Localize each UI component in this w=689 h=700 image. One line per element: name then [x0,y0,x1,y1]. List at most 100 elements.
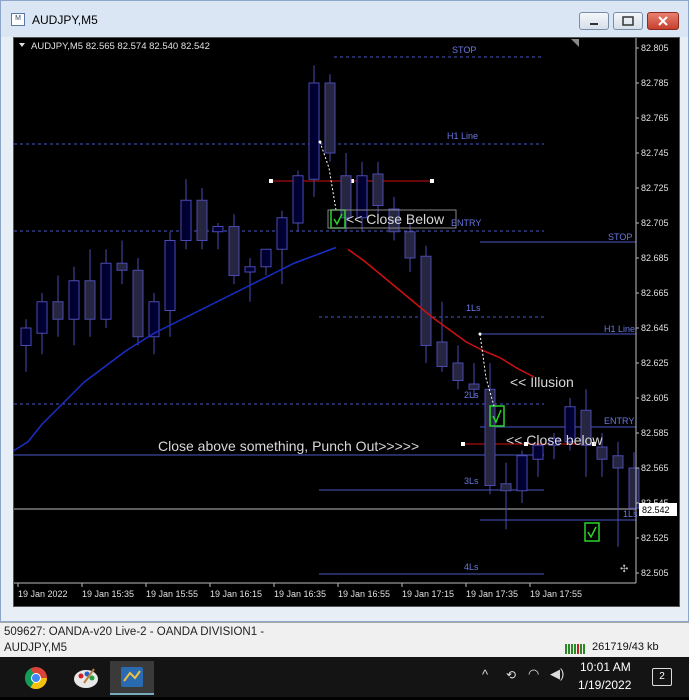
price-tick-label: 82.585 [641,428,669,438]
price-tick-label: 82.685 [641,253,669,263]
chrome-taskbar-button[interactable] [14,661,58,695]
tray-overflow-icon[interactable]: ^ [482,667,488,682]
notification-center-button[interactable]: 2 [652,668,672,686]
candle-body [404,231,416,259]
terminal-window: M AUDJPY,M5 82.805 82.785 82.765 82.745 82.7… [0,0,689,622]
note-close-below-1: << Close Below [346,211,445,227]
price-tick-label: 82.745 [641,148,669,158]
candle-body [212,226,224,233]
candle-body [452,362,464,381]
candle-body [52,301,64,320]
candle-body [500,483,512,492]
candle-body [628,467,640,509]
stop-label-right: STOP [608,232,632,242]
note-illusion: << Illusion [510,374,574,390]
candle-body [228,226,240,276]
entry-label-left: ENTRY [451,218,481,228]
price-tick-label: 82.785 [641,78,669,88]
price-tick-label: 82.705 [641,218,669,228]
candle-body [436,341,448,367]
signal-point [478,332,482,336]
metatrader-taskbar-button[interactable] [110,661,154,695]
price-tick-label: 82.645 [641,323,669,333]
sync-icon[interactable]: ⟲ [506,668,516,682]
volume-icon[interactable]: ◀) [550,666,564,682]
candle-body [324,82,336,154]
candle-body [68,280,80,320]
corner-indicator-icon [571,39,579,47]
close-button[interactable] [647,12,679,30]
candle-body [84,280,96,320]
candle-body [516,455,528,492]
scroll-end-icon[interactable]: ✣ [620,564,628,575]
price-chart[interactable]: 82.805 82.785 82.765 82.745 82.725 82.705 82.6… [14,38,679,606]
candle-body [292,175,304,224]
time-tick-label: 19 Jan 2022 [18,589,68,599]
candle-body [484,388,496,486]
price-tick-label: 82.565 [641,463,669,473]
entry-label-right: ENTRY [604,416,634,426]
candle-body [308,82,320,180]
1ls-label-right: 1Ls [623,509,638,519]
candle-body [164,240,176,311]
red-level-marker [269,179,273,183]
2ls-label-left: 2Ls [464,390,479,400]
candle-body [596,446,608,460]
h1-line-label-left: H1 Line [447,131,478,141]
paint-icon [74,668,98,688]
wifi-icon[interactable]: ◠ [528,666,539,682]
h1-line-label-right: H1 Line [604,324,635,334]
signal-point [318,140,322,144]
traffic-counter: 261719/43 kb [592,641,659,653]
status-bar: 509627: OANDA-v20 Live-2 - OANDA DIVISIO… [0,622,689,658]
time-tick-label: 19 Jan 16:55 [338,589,390,599]
time-tick-label: 19 Jan 16:35 [274,589,326,599]
time-tick-label: 19 Jan 17:55 [530,589,582,599]
price-tick-label: 82.625 [641,358,669,368]
title-bar[interactable]: M AUDJPY,M5 [1,1,688,37]
red-level-marker [430,179,434,183]
stop-label-left: STOP [452,45,476,55]
candle-body [420,255,432,346]
paint-taskbar-button[interactable] [64,661,108,695]
price-tick-label: 82.765 [641,113,669,123]
signal-check-icon [333,213,343,226]
chart-window-icon: M [11,13,25,26]
candle-body [612,455,624,469]
restore-button[interactable] [613,12,643,30]
restore-icon [622,16,634,26]
minimize-icon [590,23,598,25]
chart-header: AUDJPY,M5 82.565 82.574 82.540 82.542 [31,41,210,52]
symbol-info: AUDJPY,M5 [4,642,68,654]
red-level-marker [461,442,465,446]
account-info: 509627: OANDA-v20 Live-2 - OANDA DIVISIO… [4,626,265,638]
candle-body [196,199,208,241]
candle-body [100,262,112,320]
current-price-label: 82.542 [642,505,670,515]
close-icon [658,16,668,26]
price-tick-label: 82.505 [641,568,669,578]
time-tick-label: 19 Jan 15:35 [82,589,134,599]
price-tick-label: 82.805 [641,43,669,53]
3ls-label-left: 3Ls [464,476,479,486]
time-tick-label: 19 Jan 15:55 [146,589,198,599]
symbol-dropdown-icon[interactable] [19,43,25,47]
candle-body [116,262,128,271]
candle-body [260,248,272,268]
note-punch-out: Close above something, Punch Out>>>>> [158,438,419,454]
price-tick-label: 82.605 [641,393,669,403]
candle-body [132,269,144,338]
minimize-button[interactable] [579,12,609,30]
time-tick-label: 19 Jan 17:15 [402,589,454,599]
metatrader-icon [121,667,143,687]
1ls-label-left: 1Ls [466,303,481,313]
candle-body [20,327,32,346]
candle-body [180,199,192,241]
clock-time[interactable]: 10:01 AM [580,660,631,674]
clock-date[interactable]: 1/19/2022 [578,678,631,692]
signal-check-icon [587,526,597,539]
window-title: AUDJPY,M5 [32,13,98,27]
candle-body [276,217,288,250]
chart-area[interactable]: 82.805 82.785 82.765 82.745 82.725 82.705 82.6… [13,37,680,607]
price-tick-label: 82.525 [641,533,669,543]
